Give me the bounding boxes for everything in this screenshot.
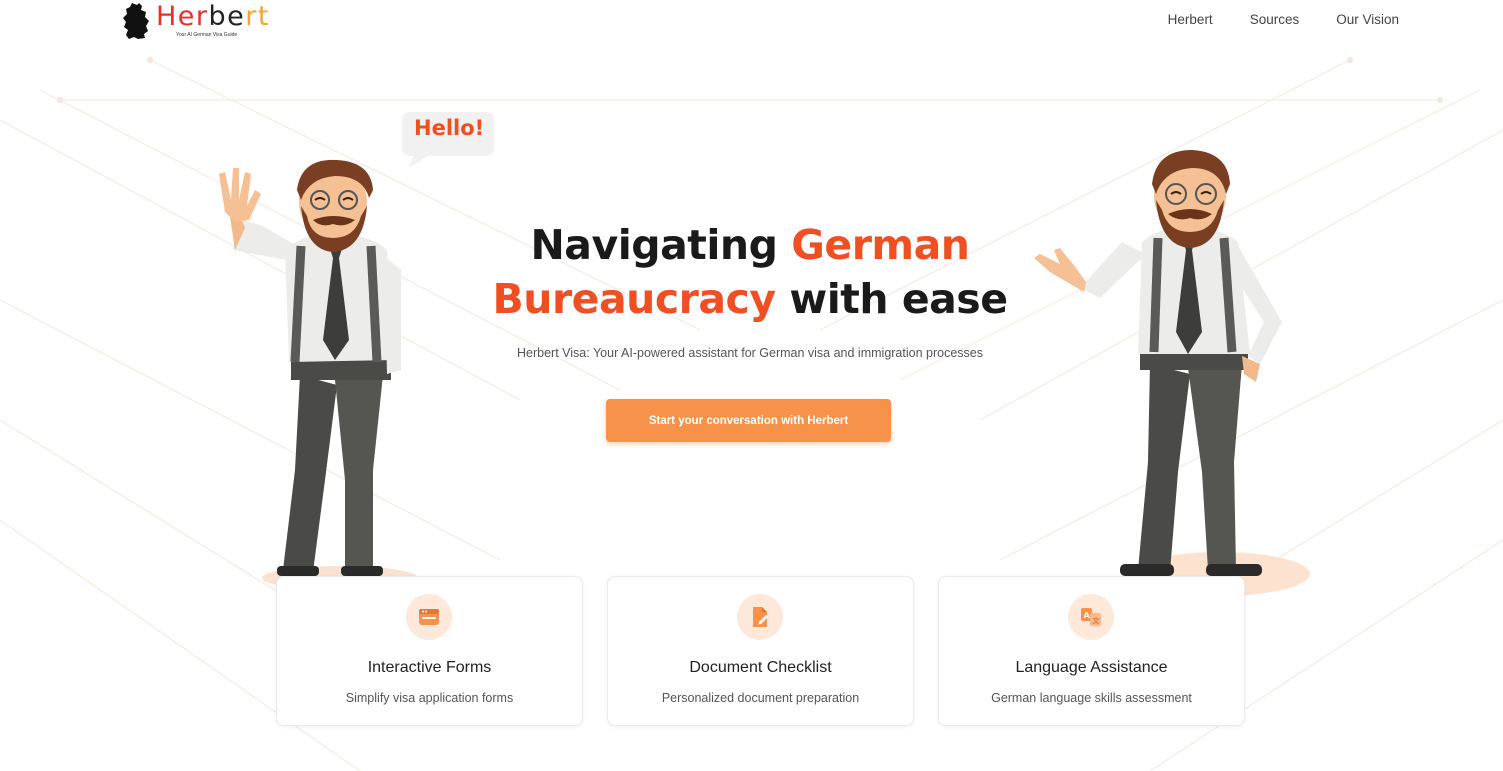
speech-bubble-text: Hello!	[414, 116, 485, 140]
logo-text-part: rt	[245, 1, 270, 32]
feature-description: German language skills assessment	[991, 691, 1192, 705]
svg-text:文: 文	[1093, 616, 1101, 625]
nav-link-sources[interactable]: Sources	[1250, 12, 1300, 27]
feature-card-document-checklist[interactable]: Document Checklist Personalized document…	[607, 576, 914, 726]
feature-card-language-assistance[interactable]: A 文 Language Assistance German language …	[938, 576, 1245, 726]
nav-link-herbert[interactable]: Herbert	[1168, 12, 1213, 27]
feature-icon-circle: A 文	[1068, 594, 1114, 640]
logo-tagline: Your AI German Visa Guide	[176, 32, 238, 38]
hero-title-text: with ease	[775, 275, 1008, 323]
nav-link-our-vision[interactable]: Our Vision	[1336, 12, 1399, 27]
hero-title: Navigating German Bureaucracy with ease	[440, 218, 1060, 326]
svg-text:A: A	[1084, 611, 1091, 620]
logo-text-part: be	[208, 1, 246, 32]
document-edit-icon	[753, 607, 768, 627]
hero-title-accent: German	[791, 221, 970, 269]
feature-card-interactive-forms[interactable]: Interactive Forms Simplify visa applicat…	[276, 576, 583, 726]
herbert-presenting-illustration	[1034, 150, 1310, 596]
logo[interactable]: Herbert Your AI German Visa Guide	[122, 1, 282, 42]
form-icon	[419, 609, 439, 625]
feature-icon-circle	[406, 594, 452, 640]
top-nav: Herbert Sources Our Vision	[1168, 12, 1399, 27]
germany-map-icon	[123, 3, 149, 39]
feature-title: Language Assistance	[1015, 659, 1168, 676]
feature-description: Personalized document preparation	[661, 691, 860, 705]
hero-title-accent: Bureaucracy	[492, 275, 777, 323]
feature-icon-circle	[737, 594, 783, 640]
feature-description: Simplify visa application forms	[345, 691, 514, 705]
logo-text-part: Her	[156, 1, 209, 32]
hero-subtitle: Herbert Visa: Your AI-powered assistant …	[517, 346, 983, 360]
feature-title: Interactive Forms	[367, 659, 492, 676]
start-conversation-button[interactable]: Start your conversation with Herbert	[606, 399, 891, 442]
herbert-waving-illustration	[219, 159, 418, 590]
hero-title-text: Navigating	[530, 221, 792, 269]
logo-wordmark: Herbert	[156, 1, 270, 32]
translate-icon: A 文	[1081, 608, 1101, 626]
feature-title: Document Checklist	[689, 659, 832, 676]
